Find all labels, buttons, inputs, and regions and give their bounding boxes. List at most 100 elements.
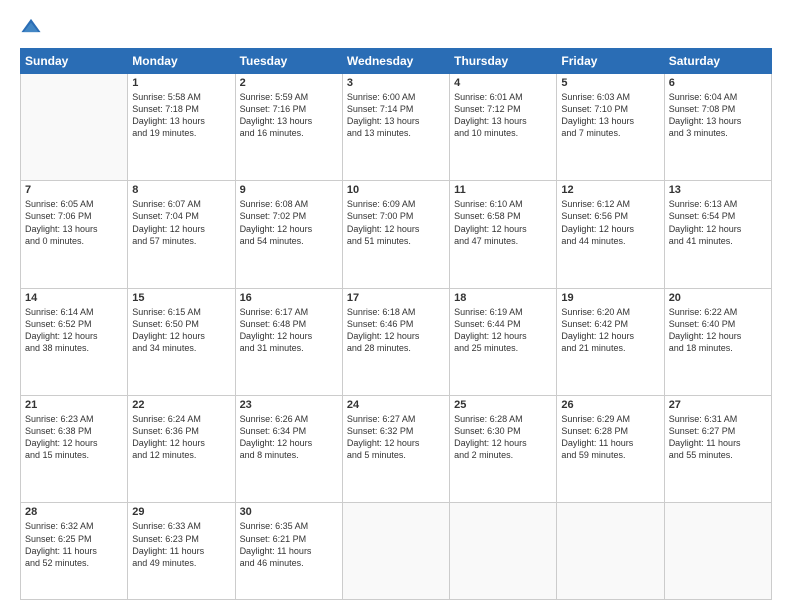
header xyxy=(20,16,772,38)
calendar-week-row: 1 Sunrise: 5:58 AM Sunset: 7:18 PM Daylig… xyxy=(21,74,772,181)
day-number: 22 xyxy=(132,399,230,411)
cell-content: Sunrise: 6:23 AM Sunset: 6:38 PM Dayligh… xyxy=(25,413,123,462)
calendar-day-header: Monday xyxy=(128,49,235,74)
calendar-week-row: 21Sunrise: 6:23 AM Sunset: 6:38 PM Dayli… xyxy=(21,396,772,503)
cell-content: Sunrise: 6:17 AM Sunset: 6:48 PM Dayligh… xyxy=(240,306,338,355)
calendar-cell: 15 Sunrise: 6:15 AM Sunset: 6:50 PM Dayli… xyxy=(128,288,235,395)
calendar-cell: 27 Sunrise: 6:31 AM Sunset: 6:27 PM Dayli… xyxy=(664,396,771,503)
calendar-cell: 21Sunrise: 6:23 AM Sunset: 6:38 PM Dayli… xyxy=(21,396,128,503)
calendar-cell: 26 Sunrise: 6:29 AM Sunset: 6:28 PM Dayli… xyxy=(557,396,664,503)
day-number: 29 xyxy=(132,506,230,518)
cell-content: Sunrise: 6:00 AM Sunset: 7:14 PM Dayligh… xyxy=(347,91,445,140)
cell-content: Sunrise: 6:14 AM Sunset: 6:52 PM Dayligh… xyxy=(25,306,123,355)
cell-content: Sunrise: 6:03 AM Sunset: 7:10 PM Dayligh… xyxy=(561,91,659,140)
day-number: 27 xyxy=(669,399,767,411)
cell-content: Sunrise: 6:12 AM Sunset: 6:56 PM Dayligh… xyxy=(561,198,659,247)
day-number: 10 xyxy=(347,184,445,196)
calendar-day-header: Friday xyxy=(557,49,664,74)
day-number: 2 xyxy=(240,77,338,89)
day-number: 24 xyxy=(347,399,445,411)
day-number: 20 xyxy=(669,292,767,304)
day-number: 18 xyxy=(454,292,552,304)
cell-content: Sunrise: 6:28 AM Sunset: 6:30 PM Dayligh… xyxy=(454,413,552,462)
day-number: 17 xyxy=(347,292,445,304)
day-number: 5 xyxy=(561,77,659,89)
day-number: 26 xyxy=(561,399,659,411)
cell-content: Sunrise: 6:10 AM Sunset: 6:58 PM Dayligh… xyxy=(454,198,552,247)
calendar-week-row: 14 Sunrise: 6:14 AM Sunset: 6:52 PM Dayli… xyxy=(21,288,772,395)
calendar-cell: 23 Sunrise: 6:26 AM Sunset: 6:34 PM Dayli… xyxy=(235,396,342,503)
day-number: 15 xyxy=(132,292,230,304)
calendar-cell: 13Sunrise: 6:13 AM Sunset: 6:54 PM Dayli… xyxy=(664,181,771,288)
cell-content: Sunrise: 6:31 AM Sunset: 6:27 PM Dayligh… xyxy=(669,413,767,462)
calendar-cell: 14 Sunrise: 6:14 AM Sunset: 6:52 PM Dayli… xyxy=(21,288,128,395)
calendar-cell: 7 Sunrise: 6:05 AM Sunset: 7:06 PM Daylig… xyxy=(21,181,128,288)
logo-icon xyxy=(20,16,42,38)
calendar-cell: 11 Sunrise: 6:10 AM Sunset: 6:58 PM Dayli… xyxy=(450,181,557,288)
calendar-cell: 24 Sunrise: 6:27 AM Sunset: 6:32 PM Dayli… xyxy=(342,396,449,503)
cell-content: Sunrise: 6:01 AM Sunset: 7:12 PM Dayligh… xyxy=(454,91,552,140)
day-number: 7 xyxy=(25,184,123,196)
calendar-cell: 20Sunrise: 6:22 AM Sunset: 6:40 PM Dayli… xyxy=(664,288,771,395)
cell-content: Sunrise: 5:59 AM Sunset: 7:16 PM Dayligh… xyxy=(240,91,338,140)
calendar-cell: 28Sunrise: 6:32 AM Sunset: 6:25 PM Dayli… xyxy=(21,503,128,600)
cell-content: Sunrise: 6:24 AM Sunset: 6:36 PM Dayligh… xyxy=(132,413,230,462)
day-number: 11 xyxy=(454,184,552,196)
calendar-cell: 18Sunrise: 6:19 AM Sunset: 6:44 PM Dayli… xyxy=(450,288,557,395)
calendar-cell: 3Sunrise: 6:00 AM Sunset: 7:14 PM Daylig… xyxy=(342,74,449,181)
calendar-cell xyxy=(342,503,449,600)
calendar-cell: 4 Sunrise: 6:01 AM Sunset: 7:12 PM Daylig… xyxy=(450,74,557,181)
cell-content: Sunrise: 6:33 AM Sunset: 6:23 PM Dayligh… xyxy=(132,520,230,569)
calendar-cell: 29 Sunrise: 6:33 AM Sunset: 6:23 PM Dayli… xyxy=(128,503,235,600)
calendar-week-row: 7 Sunrise: 6:05 AM Sunset: 7:06 PM Daylig… xyxy=(21,181,772,288)
calendar-cell: 5 Sunrise: 6:03 AM Sunset: 7:10 PM Daylig… xyxy=(557,74,664,181)
calendar-cell: 25 Sunrise: 6:28 AM Sunset: 6:30 PM Dayli… xyxy=(450,396,557,503)
day-number: 25 xyxy=(454,399,552,411)
calendar-day-header: Sunday xyxy=(21,49,128,74)
calendar-cell: 12Sunrise: 6:12 AM Sunset: 6:56 PM Dayli… xyxy=(557,181,664,288)
calendar-table: SundayMondayTuesdayWednesdayThursdayFrid… xyxy=(20,48,772,600)
calendar-cell xyxy=(21,74,128,181)
calendar-cell: 19Sunrise: 6:20 AM Sunset: 6:42 PM Dayli… xyxy=(557,288,664,395)
day-number: 4 xyxy=(454,77,552,89)
calendar-cell: 8 Sunrise: 6:07 AM Sunset: 7:04 PM Daylig… xyxy=(128,181,235,288)
calendar-cell: 17 Sunrise: 6:18 AM Sunset: 6:46 PM Dayli… xyxy=(342,288,449,395)
cell-content: Sunrise: 6:35 AM Sunset: 6:21 PM Dayligh… xyxy=(240,520,338,569)
day-number: 16 xyxy=(240,292,338,304)
day-number: 19 xyxy=(561,292,659,304)
day-number: 13 xyxy=(669,184,767,196)
calendar-cell: 10 Sunrise: 6:09 AM Sunset: 7:00 PM Dayli… xyxy=(342,181,449,288)
calendar-cell: 6 Sunrise: 6:04 AM Sunset: 7:08 PM Daylig… xyxy=(664,74,771,181)
cell-content: Sunrise: 5:58 AM Sunset: 7:18 PM Dayligh… xyxy=(132,91,230,140)
calendar-cell xyxy=(664,503,771,600)
calendar-day-header: Tuesday xyxy=(235,49,342,74)
calendar-cell: 9Sunrise: 6:08 AM Sunset: 7:02 PM Daylig… xyxy=(235,181,342,288)
day-number: 8 xyxy=(132,184,230,196)
day-number: 6 xyxy=(669,77,767,89)
cell-content: Sunrise: 6:18 AM Sunset: 6:46 PM Dayligh… xyxy=(347,306,445,355)
day-number: 23 xyxy=(240,399,338,411)
logo xyxy=(20,16,46,38)
calendar-day-header: Wednesday xyxy=(342,49,449,74)
day-number: 1 xyxy=(132,77,230,89)
cell-content: Sunrise: 6:09 AM Sunset: 7:00 PM Dayligh… xyxy=(347,198,445,247)
cell-content: Sunrise: 6:04 AM Sunset: 7:08 PM Dayligh… xyxy=(669,91,767,140)
cell-content: Sunrise: 6:07 AM Sunset: 7:04 PM Dayligh… xyxy=(132,198,230,247)
cell-content: Sunrise: 6:05 AM Sunset: 7:06 PM Dayligh… xyxy=(25,198,123,247)
calendar-cell xyxy=(450,503,557,600)
cell-content: Sunrise: 6:15 AM Sunset: 6:50 PM Dayligh… xyxy=(132,306,230,355)
calendar-header-row: SundayMondayTuesdayWednesdayThursdayFrid… xyxy=(21,49,772,74)
day-number: 14 xyxy=(25,292,123,304)
calendar-day-header: Thursday xyxy=(450,49,557,74)
cell-content: Sunrise: 6:27 AM Sunset: 6:32 PM Dayligh… xyxy=(347,413,445,462)
calendar-cell: 30 Sunrise: 6:35 AM Sunset: 6:21 PM Dayli… xyxy=(235,503,342,600)
cell-content: Sunrise: 6:29 AM Sunset: 6:28 PM Dayligh… xyxy=(561,413,659,462)
day-number: 30 xyxy=(240,506,338,518)
day-number: 28 xyxy=(25,506,123,518)
calendar-cell: 2 Sunrise: 5:59 AM Sunset: 7:16 PM Daylig… xyxy=(235,74,342,181)
cell-content: Sunrise: 6:26 AM Sunset: 6:34 PM Dayligh… xyxy=(240,413,338,462)
calendar-week-row: 28Sunrise: 6:32 AM Sunset: 6:25 PM Dayli… xyxy=(21,503,772,600)
calendar-day-header: Saturday xyxy=(664,49,771,74)
day-number: 9 xyxy=(240,184,338,196)
calendar-cell: 22 Sunrise: 6:24 AM Sunset: 6:36 PM Dayli… xyxy=(128,396,235,503)
